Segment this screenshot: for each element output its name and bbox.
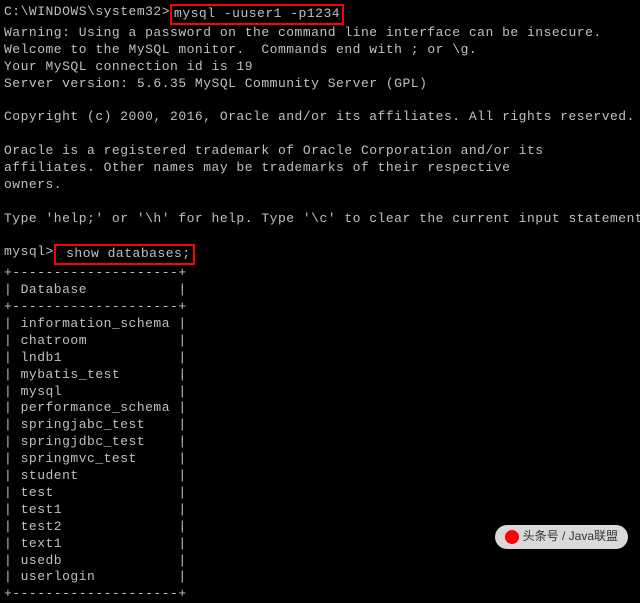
database-row: | student | (4, 468, 636, 485)
watermark: 头条号 / Java联盟 (495, 525, 628, 549)
server-version-line: Server version: 5.6.35 MySQL Community S… (4, 76, 636, 93)
mysql-prompt: mysql> (4, 244, 54, 261)
trademark-line-2: affiliates. Other names may be trademark… (4, 160, 636, 177)
command-line-1: C:\WINDOWS\system32>mysql -uuser1 -p1234 (4, 4, 636, 25)
table-header: | Database | (4, 282, 636, 299)
prompt-path: C:\WINDOWS\system32> (4, 4, 170, 21)
database-row: | mybatis_test | (4, 367, 636, 384)
database-row: | springjabc_test | (4, 417, 636, 434)
warning-line: Warning: Using a password on the command… (4, 25, 636, 42)
table-border-bottom: +--------------------+ (4, 586, 636, 603)
terminal-output[interactable]: C:\WINDOWS\system32>mysql -uuser1 -p1234… (4, 4, 636, 603)
database-row: | mysql | (4, 384, 636, 401)
help-line: Type 'help;' or '\h' for help. Type '\c'… (4, 211, 636, 228)
trademark-line-3: owners. (4, 177, 636, 194)
database-row: | test | (4, 485, 636, 502)
database-row: | usedb | (4, 553, 636, 570)
database-row: | lndb1 | (4, 350, 636, 367)
blank-line (4, 194, 636, 211)
welcome-line: Welcome to the MySQL monitor. Commands e… (4, 42, 636, 59)
trademark-line-1: Oracle is a registered trademark of Orac… (4, 143, 636, 160)
database-row: | information_schema | (4, 316, 636, 333)
database-row: | test1 | (4, 502, 636, 519)
blank-line (4, 228, 636, 245)
command-line-2: mysql> show databases; (4, 244, 636, 265)
copyright-line: Copyright (c) 2000, 2016, Oracle and/or … (4, 109, 636, 126)
connection-id-line: Your MySQL connection id is 19 (4, 59, 636, 76)
database-row: | performance_schema | (4, 400, 636, 417)
watermark-text: 头条号 / Java联盟 (523, 529, 618, 545)
database-row: | springjdbc_test | (4, 434, 636, 451)
toutiao-icon (505, 530, 519, 544)
blank-line (4, 126, 636, 143)
table-border-top: +--------------------+ (4, 265, 636, 282)
database-row: | springmvc_test | (4, 451, 636, 468)
blank-line (4, 92, 636, 109)
show-databases-command: show databases; (54, 244, 195, 265)
mysql-login-command: mysql -uuser1 -p1234 (170, 4, 344, 25)
database-row: | chatroom | (4, 333, 636, 350)
database-row: | userlogin | (4, 569, 636, 586)
table-border-mid: +--------------------+ (4, 299, 636, 316)
